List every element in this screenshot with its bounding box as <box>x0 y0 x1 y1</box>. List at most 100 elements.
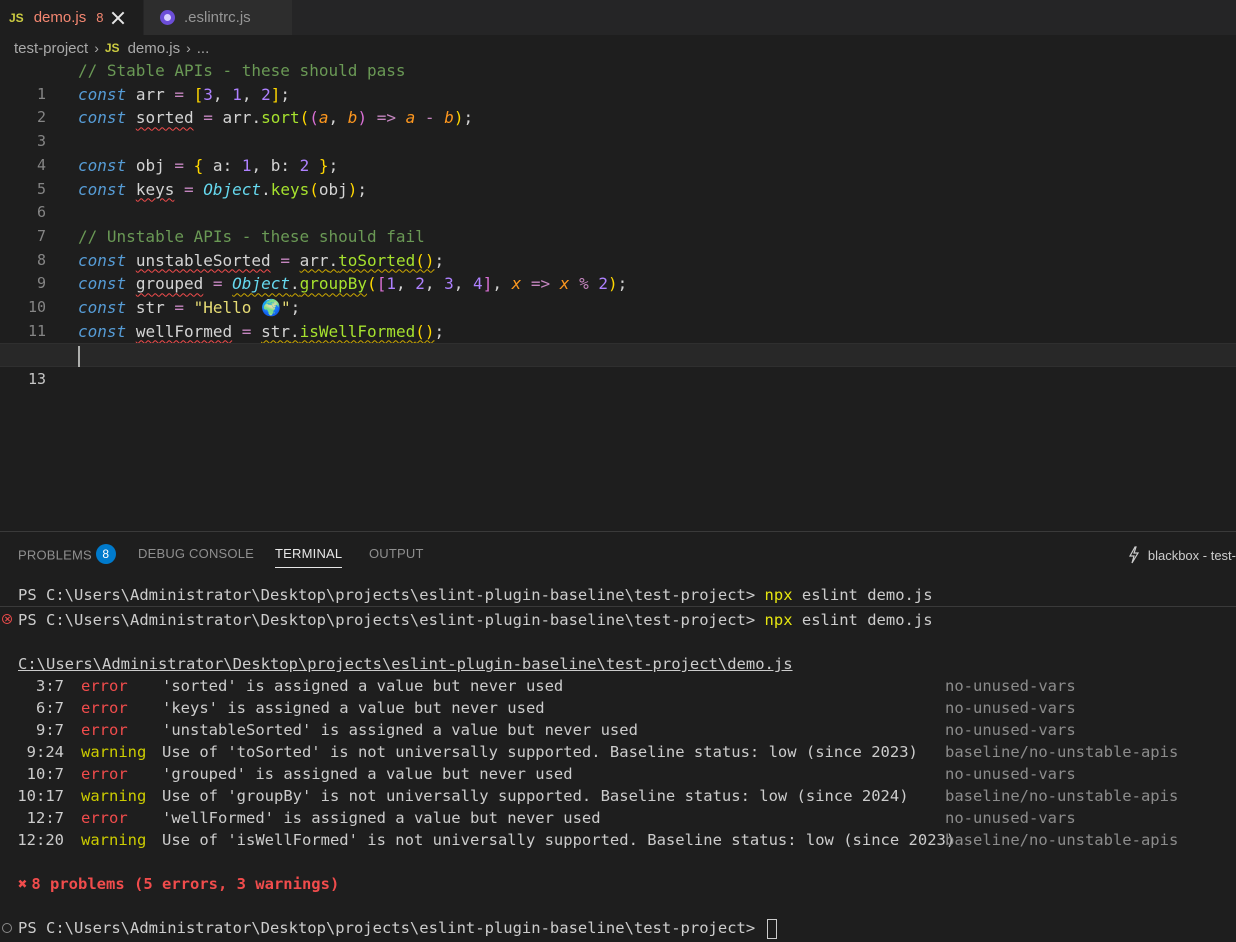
terminal-cursor <box>766 918 777 939</box>
terminal-selector[interactable]: blackbox - test- <box>1128 546 1236 564</box>
result-rule: baseline/no-unstable-apis <box>945 743 1179 761</box>
code-line: 6 const keys = Object.keys(obj); <box>0 178 1236 222</box>
result-position: 12:7 <box>26 809 64 827</box>
command-separator <box>0 606 1236 607</box>
result-rule: no-unused-vars <box>945 809 1076 827</box>
terminal-line: PS C:\Users\Administrator\Desktop\projec… <box>18 611 933 629</box>
code-line: 11 const str = "Hello 🌍"; <box>0 296 1236 340</box>
code-line: 12 const wellFormed = str.isWellFormed()… <box>0 320 1236 364</box>
command-status-icon[interactable] <box>2 923 12 933</box>
terminal-line: PS C:\Users\Administrator\Desktop\projec… <box>18 586 933 604</box>
problem-count-badge: 8 <box>96 10 104 25</box>
code-comment: // Unstable APIs - these should fail <box>78 226 425 246</box>
result-position: 12:20 <box>17 831 64 849</box>
problems-count-badge: 8 <box>95 544 116 564</box>
file-path-link[interactable]: C:\Users\Administrator\Desktop\projects\… <box>18 655 793 673</box>
result-position: 6:7 <box>36 699 64 717</box>
lint-result-row[interactable]: 12:20 warning Use of 'isWellFormed' is not… <box>0 829 1236 851</box>
javascript-file-icon: JS <box>9 10 24 25</box>
chevron-right-icon: › <box>94 40 99 56</box>
result-rule: no-unused-vars <box>945 677 1076 695</box>
code-line: 10 const grouped = Object.groupBy([1, 2,… <box>0 272 1236 316</box>
error-squiggle: unstableSorted <box>135 250 271 270</box>
lightning-icon <box>1128 546 1139 564</box>
code-line: 2 const arr = [3, 1, 2]; <box>0 83 1236 127</box>
result-message: 'unstableSorted' is assigned a value but… <box>162 721 638 739</box>
code-line: 7 <box>0 201 1236 245</box>
result-rule: no-unused-vars <box>945 721 1076 739</box>
lint-result-row[interactable]: 9:24 warning Use of 'toSorted' is not univ… <box>0 741 1236 763</box>
result-severity: error <box>81 699 128 717</box>
result-message: 'keys' is assigned a value but never use… <box>162 699 545 717</box>
code-line: 1 // Stable APIs - these should pass <box>0 59 1236 103</box>
result-message: 'sorted' is assigned a value but never u… <box>162 677 564 695</box>
breadcrumb-folder[interactable]: test-project <box>14 40 88 57</box>
breadcrumb-symbols[interactable]: ... <box>197 40 210 57</box>
result-message: Use of 'groupBy' is not universally supp… <box>162 787 909 805</box>
code-line-current[interactable]: 13 <box>0 343 1236 388</box>
editor-tab-bar: JS demo.js 8 .eslintrc.js <box>0 0 1236 35</box>
result-position: 10:17 <box>17 787 64 805</box>
bottom-panel: PROBLEMS 8 DEBUG CONSOLE TERMINAL OUTPUT … <box>0 531 1236 942</box>
breadcrumb: test-project › JS demo.js › ... <box>14 37 209 59</box>
code-line: 8 // Unstable APIs - these should fail <box>0 225 1236 269</box>
result-position: 3:7 <box>36 677 64 695</box>
result-severity: error <box>81 721 128 739</box>
lint-result-row[interactable]: 6:7 error 'keys' is assigned a value but n… <box>0 697 1236 719</box>
lint-result-row[interactable]: 12:7 error 'wellFormed' is assigned a valu… <box>0 807 1236 829</box>
error-squiggle: wellFormed <box>135 321 233 341</box>
breadcrumb-file[interactable]: demo.js <box>128 40 181 57</box>
close-icon[interactable] <box>111 11 125 25</box>
terminal-name: blackbox - test- <box>1147 547 1236 563</box>
tab-label: .eslintrc.js <box>184 9 251 26</box>
tab-debug-console[interactable]: DEBUG CONSOLE <box>138 546 254 561</box>
result-rule: no-unused-vars <box>945 765 1076 783</box>
result-position: 9:24 <box>26 743 64 761</box>
tab-demo-js[interactable]: JS demo.js 8 <box>0 0 143 35</box>
lint-result-row[interactable]: 10:7 error 'grouped' is assigned a value b… <box>0 763 1236 785</box>
result-position: 10:7 <box>26 765 64 783</box>
result-severity: warning <box>81 787 147 805</box>
result-severity: error <box>81 677 128 695</box>
chevron-right-icon: › <box>186 40 191 56</box>
result-severity: warning <box>81 743 147 761</box>
line-number: 13 <box>27 370 46 389</box>
result-message: 'wellFormed' is assigned a value but nev… <box>162 809 601 827</box>
text-cursor <box>78 346 80 368</box>
lint-result-row[interactable]: 10:17 warning Use of 'groupBy' is not univ… <box>0 785 1236 807</box>
result-rule: baseline/no-unstable-apis <box>945 831 1179 849</box>
eslint-icon <box>160 10 175 25</box>
terminal-line: C:\Users\Administrator\Desktop\projects\… <box>18 653 793 675</box>
code-line: 3 const sorted = arr.sort((a, b) => a - … <box>0 106 1236 150</box>
code-editor[interactable]: 1 // Stable APIs - these should pass 2 c… <box>0 59 1236 531</box>
code-line: 4 <box>0 130 1236 174</box>
lint-result-row[interactable]: 3:7 error 'sorted' is assigned a value but… <box>0 675 1236 697</box>
tab-label: demo.js <box>33 9 87 26</box>
result-message: 'grouped' is assigned a value but never … <box>162 765 573 783</box>
terminal-line: PS C:\Users\Administrator\Desktop\projec… <box>18 917 777 939</box>
result-severity: warning <box>81 831 147 849</box>
panel-tab-bar: PROBLEMS 8 DEBUG CONSOLE TERMINAL OUTPUT … <box>0 532 1236 574</box>
result-position: 9:7 <box>36 721 64 739</box>
result-severity: error <box>81 809 128 827</box>
code-line: 5 const obj = { a: 1, b: 2 }; <box>0 154 1236 198</box>
result-severity: error <box>81 765 128 783</box>
code-line: 9 const unstableSorted = arr.toSorted(); <box>0 249 1236 293</box>
tab-problems[interactable]: PROBLEMS 8 <box>18 544 116 566</box>
tab-eslintrc[interactable]: .eslintrc.js <box>143 0 292 35</box>
error-squiggle: sorted <box>135 108 194 128</box>
result-message: Use of 'isWellFormed' is not universally… <box>162 831 956 849</box>
tab-terminal[interactable]: TERMINAL <box>275 546 343 568</box>
code-comment: // Stable APIs - these should pass <box>78 61 406 80</box>
command-failed-icon[interactable] <box>2 614 12 624</box>
lint-result-row[interactable]: 9:7 error 'unstableSorted' is assigned a v… <box>0 719 1236 741</box>
lint-summary: ✖ 8 problems (5 errors, 3 warnings) <box>18 875 340 893</box>
error-squiggle: keys <box>135 179 175 199</box>
error-squiggle: grouped <box>135 274 204 294</box>
error-x-icon: ✖ <box>18 875 28 893</box>
result-rule: no-unused-vars <box>945 699 1076 717</box>
javascript-file-icon: JS <box>104 41 120 55</box>
result-rule: baseline/no-unstable-apis <box>945 787 1179 805</box>
result-message: Use of 'toSorted' is not universally sup… <box>162 743 918 761</box>
tab-output[interactable]: OUTPUT <box>369 546 424 561</box>
